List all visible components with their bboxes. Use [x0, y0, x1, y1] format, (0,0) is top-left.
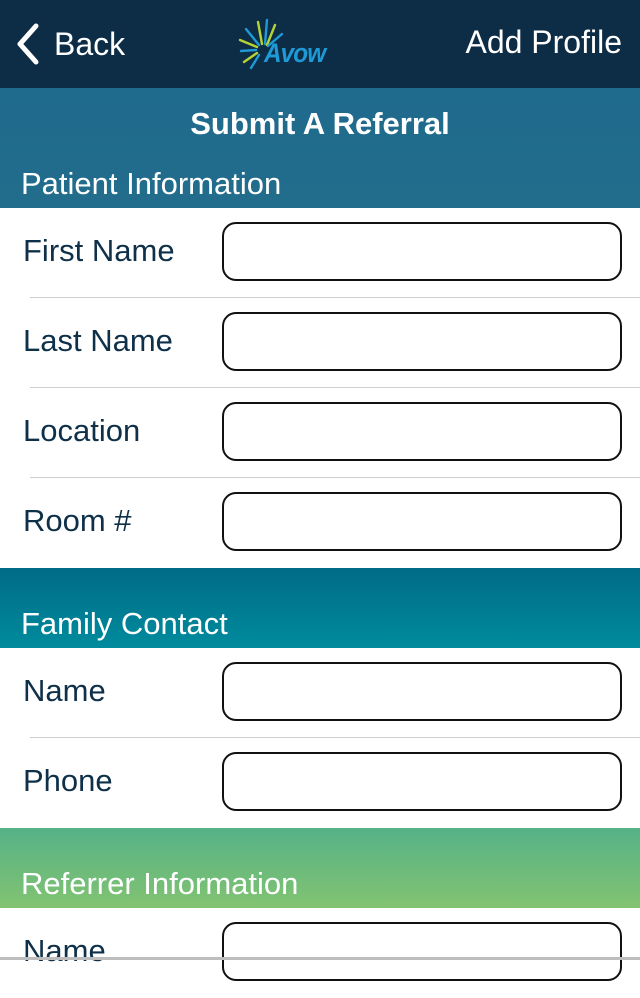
form-row-location: Location — [0, 388, 640, 478]
referrer-name-input[interactable] — [222, 922, 622, 981]
logo-text: Avow — [264, 38, 326, 68]
chevron-left-icon — [17, 23, 39, 65]
first-name-input[interactable] — [222, 222, 622, 281]
referrer-name-label: Name — [23, 933, 106, 968]
page-title: Submit A Referral — [190, 106, 450, 141]
form-row-first-name: First Name — [0, 208, 640, 298]
family-name-input[interactable] — [222, 662, 622, 721]
location-input[interactable] — [222, 402, 622, 461]
section-title-patient: Patient Information — [21, 166, 282, 201]
section-title-family: Family Contact — [21, 606, 228, 641]
form-row-room: Room # — [0, 478, 640, 568]
section-title-referrer: Referrer Information — [21, 866, 299, 901]
referral-header: Submit A Referral Patient Information — [0, 88, 640, 208]
add-profile-button[interactable]: Add Profile — [465, 24, 622, 61]
first-name-label: First Name — [23, 233, 175, 268]
family-phone-input[interactable] — [222, 752, 622, 811]
room-label: Room # — [23, 503, 132, 538]
room-input[interactable] — [222, 492, 622, 551]
form-row-referrer-name: Name — [0, 908, 640, 998]
family-name-label: Name — [23, 673, 106, 708]
form-row-family-phone: Phone — [0, 738, 640, 828]
navigation-bar: Back Avow Add Profile — [0, 0, 640, 88]
location-label: Location — [23, 413, 141, 448]
last-name-input[interactable] — [222, 312, 622, 371]
last-name-label: Last Name — [23, 323, 173, 358]
family-contact-section-header: Family Contact — [0, 568, 640, 648]
family-phone-label: Phone — [23, 763, 113, 798]
form-row-family-name: Name — [0, 648, 640, 738]
avow-logo: Avow — [238, 16, 338, 72]
form-row-last-name: Last Name — [0, 298, 640, 388]
back-label: Back — [54, 25, 126, 62]
referrer-section-header: Referrer Information — [0, 828, 640, 908]
back-button[interactable]: Back — [14, 20, 125, 68]
